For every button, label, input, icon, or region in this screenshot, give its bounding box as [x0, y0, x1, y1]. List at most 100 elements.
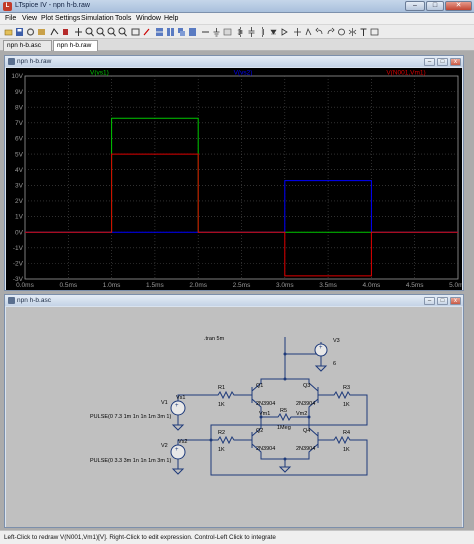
schematic-close-button[interactable]: x	[450, 297, 461, 305]
y-tick-label: 2V	[15, 198, 24, 205]
inductor-icon[interactable]	[258, 27, 267, 37]
plot-background	[6, 68, 462, 290]
x-tick-label: 2.5ms	[233, 282, 251, 289]
run-icon[interactable]	[50, 27, 59, 37]
move-icon[interactable]	[293, 27, 302, 37]
label-v3: V3	[333, 338, 340, 344]
probe-icon[interactable]	[142, 27, 151, 37]
text-icon[interactable]	[359, 27, 368, 37]
zoom-in-icon[interactable]	[85, 27, 94, 37]
svg-text:+: +	[175, 403, 179, 409]
resistor-icon[interactable]	[236, 27, 245, 37]
y-tick-label: -1V	[13, 245, 24, 252]
status-bar: Left-Click to redraw V(N001,Vm1)[V]. Rig…	[0, 530, 474, 544]
zoom-fit-icon[interactable]	[118, 27, 127, 37]
halt-icon[interactable]	[61, 27, 70, 37]
waveform-maximize-button[interactable]: □	[437, 58, 448, 66]
label-q3-model: 2N3904	[296, 401, 315, 407]
schematic-window-icon	[8, 297, 15, 304]
waveform-window-icon	[8, 58, 15, 65]
label-r1: R1	[218, 385, 225, 391]
label-q1: Q1	[256, 383, 263, 389]
close-button[interactable]: ✕	[445, 1, 472, 11]
menu-help[interactable]: Help	[164, 15, 178, 22]
waveform-plot[interactable]: 0.0ms 0.5ms 1.0ms 1.5ms 2.0ms 2.5ms 3.0ms 3.5ms…	[6, 68, 462, 290]
legend-label-2[interactable]: V(N001,Vm1)	[386, 70, 425, 77]
x-tick-label: 3.5ms	[319, 282, 337, 289]
menu-tools[interactable]: Tools	[115, 15, 131, 22]
diode-icon[interactable]	[269, 27, 278, 37]
mirror-icon[interactable]	[348, 27, 357, 37]
x-tick-label: 3.0ms	[276, 282, 294, 289]
label-vm1: Vm1	[259, 411, 270, 417]
label-vs2: Vs2	[178, 439, 187, 445]
minimize-button[interactable]: –	[405, 1, 425, 11]
schematic-maximize-button[interactable]: □	[437, 297, 448, 305]
redo-icon[interactable]	[326, 27, 335, 37]
menu-simulation[interactable]: Simulation	[81, 15, 114, 22]
close-all-icon[interactable]	[188, 27, 197, 37]
tab-schematic-label: npn h-b.asc	[7, 42, 41, 49]
label-r4: R4	[343, 430, 350, 436]
menu-window[interactable]: Window	[136, 15, 161, 22]
label-r5: R5	[280, 408, 287, 414]
tile-vertical-icon[interactable]	[166, 27, 175, 37]
menu-view[interactable]: View	[22, 15, 37, 22]
x-tick-label: 1.5ms	[146, 282, 164, 289]
zoom-full-icon[interactable]	[107, 27, 116, 37]
label-q1-model: 2N3904	[256, 401, 275, 407]
settings-icon[interactable]	[26, 27, 35, 37]
menu-file[interactable]: File	[5, 15, 16, 22]
spice-directive-icon[interactable]	[370, 27, 379, 37]
label-pulse1: PULSE(0 7.3 1m 1n 1n 1m 3m 1)	[90, 414, 171, 420]
label-r1-value: 1K	[218, 402, 225, 408]
tab-waveform[interactable]: npn h-b.raw	[53, 40, 98, 51]
y-tick-label: 7V	[15, 120, 24, 127]
waveform-minimize-button[interactable]: –	[424, 58, 435, 66]
open-file-icon[interactable]	[4, 27, 13, 37]
menu-plot-settings[interactable]: Plot Settings	[41, 15, 80, 22]
y-tick-label: 0V	[15, 229, 24, 236]
label-vm2: Vm2	[296, 411, 307, 417]
ground-icon[interactable]	[212, 27, 221, 37]
ltspice-app-icon: L	[3, 2, 12, 11]
label-v3-value: 6	[333, 361, 336, 367]
rotate-icon[interactable]	[337, 27, 346, 37]
legend-label-0[interactable]: V(vs1)	[90, 70, 109, 77]
label-v1: V1	[161, 400, 168, 406]
wire-icon[interactable]	[201, 27, 210, 37]
label-v2: V2	[161, 443, 168, 449]
menu-bar: File View Plot Settings Simulation Tools…	[0, 13, 474, 25]
title-bar: L LTspice IV - npn h-b.raw – □ ✕	[0, 0, 474, 13]
label-r3-value: 1K	[343, 402, 350, 408]
legend-label-1[interactable]: V(vs2)	[234, 70, 253, 77]
y-tick-label: 6V	[15, 136, 24, 143]
y-tick-label: 5V	[15, 151, 24, 158]
save-icon[interactable]	[15, 27, 24, 37]
tran-directive[interactable]: .tran 5m	[204, 336, 225, 342]
tile-horizontal-icon[interactable]	[155, 27, 164, 37]
x-tick-label: 4.5ms	[406, 282, 424, 289]
control-panel-icon[interactable]	[37, 27, 46, 37]
autorange-icon[interactable]	[131, 27, 140, 37]
schematic-canvas[interactable]: + + + .tran 5m V3 6 V1 V2 Vs1 Vs2 R1 1K R2…	[6, 307, 462, 527]
capacitor-icon[interactable]	[247, 27, 256, 37]
zoom-out-icon[interactable]	[96, 27, 105, 37]
schematic-minimize-button[interactable]: –	[424, 297, 435, 305]
waveform-close-button[interactable]: x	[450, 58, 461, 66]
component-icon[interactable]	[280, 27, 289, 37]
label-r3: R3	[343, 385, 350, 391]
x-tick-label: 5.0ms	[449, 282, 462, 289]
y-tick-label: -3V	[13, 276, 24, 283]
document-tabs: npn h-b.asc npn h-b.raw	[0, 39, 474, 51]
pan-icon[interactable]	[74, 27, 83, 37]
undo-icon[interactable]	[315, 27, 324, 37]
svg-text:+: +	[175, 447, 179, 453]
tab-schematic[interactable]: npn h-b.asc	[3, 40, 52, 51]
drag-icon[interactable]	[304, 27, 313, 37]
label-net-icon[interactable]	[223, 27, 232, 37]
label-q3: Q3	[303, 383, 310, 389]
maximize-button[interactable]: □	[426, 1, 444, 11]
y-tick-label: 3V	[15, 183, 24, 190]
cascade-icon[interactable]	[177, 27, 186, 37]
